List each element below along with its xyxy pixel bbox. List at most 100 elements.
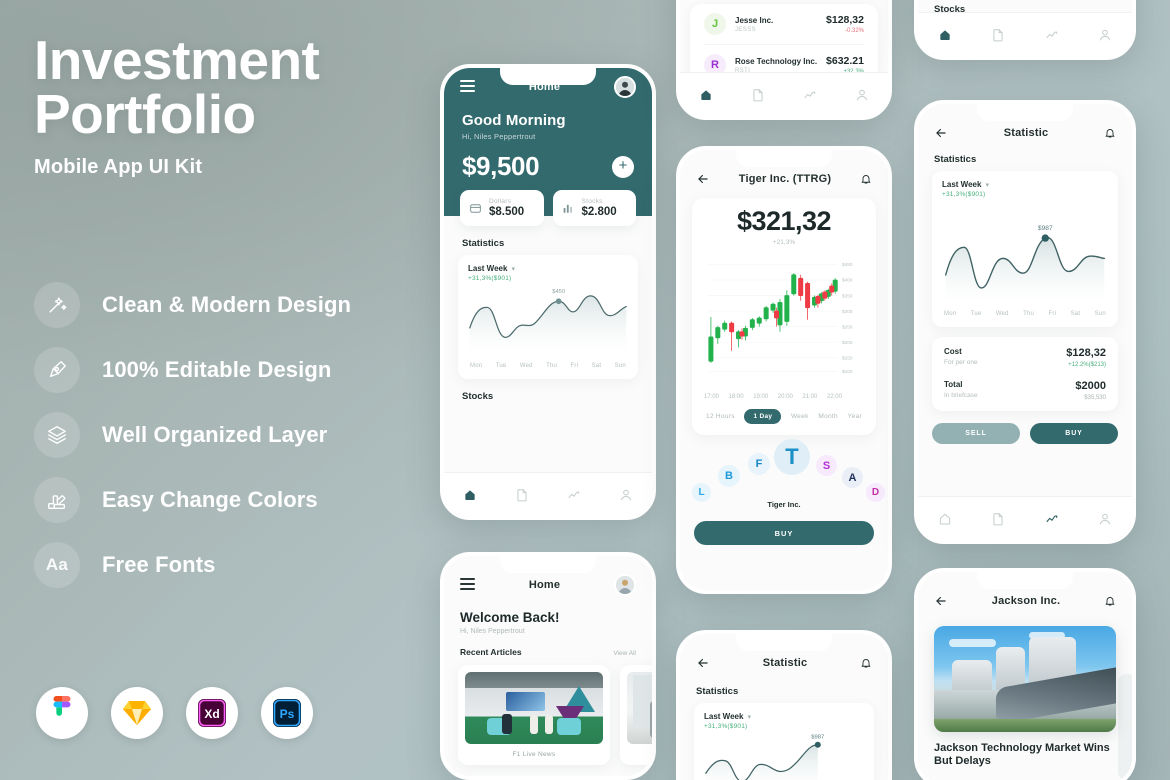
section-statistics: Statistics — [696, 686, 739, 697]
axis-tick: Sat — [1070, 311, 1081, 317]
svg-text:$100: $100 — [842, 369, 853, 374]
company-bubble-b[interactable]: B — [718, 465, 740, 487]
feature-item-well-organized-layer: Well Organized Layer — [34, 402, 434, 467]
chart-gain: +31,3%($901) — [942, 191, 986, 198]
axis-tick: Mon — [470, 363, 483, 369]
axis-tick: 22:00 — [826, 394, 842, 400]
company-bubble-f[interactable]: F — [748, 453, 770, 475]
home-icon[interactable] — [938, 512, 952, 526]
profile-icon[interactable] — [855, 88, 869, 102]
greeting-user: Hi, Niles Peppertrout — [460, 628, 525, 635]
menu-icon[interactable] — [460, 79, 475, 95]
wallet-icon — [470, 203, 481, 213]
feature-label: Free Fonts — [102, 551, 216, 577]
statistic-chart-card[interactable]: Last Week ▾ +31,3%($901) $987 — [694, 703, 874, 780]
sell-button[interactable]: SELL — [932, 423, 1020, 444]
statistic-chart-card[interactable]: Last Week ▾ +31,3%($901) $987 Mon Tue We… — [932, 171, 1118, 327]
summary-card-stocks[interactable]: Stocks $2.800 — [552, 190, 636, 226]
chart-peak-label: $987 — [811, 735, 824, 741]
news-carousel-peek[interactable] — [1118, 674, 1132, 780]
bell-icon[interactable] — [1104, 127, 1116, 139]
home-icon[interactable] — [463, 488, 477, 502]
menu-icon[interactable] — [460, 577, 475, 593]
summary-subvalue: $35,530 — [1084, 395, 1106, 401]
back-arrow-icon[interactable] — [696, 172, 710, 186]
chart-icon[interactable] — [1045, 512, 1059, 526]
home-icon[interactable] — [938, 28, 952, 42]
axis-tick: Sat — [591, 363, 602, 369]
profile-icon[interactable] — [1098, 512, 1112, 526]
range-tab-year[interactable]: Year — [848, 413, 862, 420]
stock-price: $128,32 — [826, 14, 864, 26]
axis-tick: Thu — [546, 363, 558, 369]
svg-text:$300: $300 — [842, 309, 853, 314]
company-bubble-s[interactable]: S — [816, 455, 837, 476]
view-all-link[interactable]: View All — [613, 650, 636, 657]
table-row[interactable]: J Jesse Inc. JESSS $128,32 -0.32% — [690, 4, 878, 44]
profile-icon[interactable] — [619, 488, 633, 502]
chart-range-selector[interactable]: Last Week ▾ — [942, 180, 1108, 189]
chart-range-label: Last Week — [468, 264, 508, 273]
add-funds-button[interactable]: + — [612, 155, 634, 178]
page-subtitle: Mobile App UI Kit — [34, 155, 203, 178]
feature-item-editable-design: 100% Editable Design — [34, 337, 434, 402]
range-tabs: 12 Hours 1 Day Week Month Year — [692, 400, 876, 433]
article-card[interactable] — [620, 665, 652, 765]
document-icon[interactable] — [515, 488, 529, 502]
document-icon[interactable] — [991, 28, 1005, 42]
bottom-tabbar — [918, 496, 1132, 540]
feature-label: 100% Editable Design — [102, 356, 332, 382]
axis-tick: 21:00 — [802, 394, 818, 400]
chart-range-selector[interactable]: Last Week ▾ — [468, 264, 628, 273]
axis-tick: Fri — [1048, 311, 1057, 317]
bell-icon[interactable] — [860, 173, 872, 185]
phone-notch — [736, 634, 832, 651]
document-icon[interactable] — [991, 512, 1005, 526]
avatar[interactable] — [614, 76, 636, 98]
range-tab-12-hours[interactable]: 12 Hours — [706, 413, 735, 420]
article-card[interactable]: F1 Live News — [458, 665, 610, 765]
promo-block: Investment Portfolio Mobile App UI Kit — [34, 33, 434, 179]
axis-tick: 18:00 — [728, 394, 744, 400]
back-arrow-icon[interactable] — [934, 126, 948, 140]
company-bubble-t[interactable]: T — [774, 439, 810, 475]
tiger-chart-card: $321,32 +21,3% $450 $400 $350 $300 $250 … — [692, 198, 876, 435]
back-arrow-icon[interactable] — [934, 594, 948, 608]
stock-delta: -0.32% — [844, 28, 864, 34]
range-tab-week[interactable]: Week — [791, 413, 809, 420]
chart-icon[interactable] — [803, 88, 817, 102]
document-icon[interactable] — [751, 88, 765, 102]
page-title: Statistic — [762, 657, 808, 669]
summary-row-total: Total In briefcase $2000 $35,530 — [944, 380, 1106, 401]
back-arrow-icon[interactable] — [696, 656, 710, 670]
article-carousel[interactable]: F1 Live News — [444, 657, 652, 765]
summary-card-dollars[interactable]: Dollars $8.500 — [460, 190, 544, 226]
svg-text:$400: $400 — [842, 278, 853, 283]
axis-tick: Wed — [995, 311, 1009, 317]
greeting-title: Welcome Back! — [460, 610, 560, 625]
avatar[interactable] — [614, 574, 636, 596]
range-tab-month[interactable]: Month — [818, 413, 838, 420]
buy-button[interactable]: BUY — [694, 521, 874, 545]
chart-icon[interactable] — [567, 488, 581, 502]
recent-articles-header: Recent Articles View All — [444, 635, 652, 657]
home-chart-card[interactable]: Last Week ▾ +31,3%($901) $450 Mon Tue We… — [458, 255, 638, 379]
bottom-tabbar — [918, 12, 1132, 56]
chart-range-selector[interactable]: Last Week ▾ — [704, 712, 864, 721]
home-icon[interactable] — [699, 88, 713, 102]
company-bubble-a[interactable]: A — [842, 467, 863, 488]
chart-icon[interactable] — [1045, 28, 1059, 42]
greeting-block: Good Morning Hi, Niles Peppertrout — [444, 106, 652, 141]
range-tab-1-day[interactable]: 1 Day — [744, 409, 782, 424]
bell-icon[interactable] — [860, 657, 872, 669]
statistic-area-chart: $987 — [944, 225, 1106, 301]
axis-tick: Tue — [970, 311, 982, 317]
profile-icon[interactable] — [1098, 28, 1112, 42]
bell-icon[interactable] — [1104, 595, 1116, 607]
stock-logo: J — [704, 13, 726, 35]
phone-mockup-home: Home Good Morning Hi, Niles Peppertrout … — [440, 64, 656, 520]
summary-cards: Dollars $8.500 Stocks $2.800 — [444, 190, 652, 226]
news-hero-image — [934, 626, 1116, 732]
page-title: Statistic — [1003, 127, 1049, 139]
buy-button[interactable]: BUY — [1030, 423, 1118, 444]
